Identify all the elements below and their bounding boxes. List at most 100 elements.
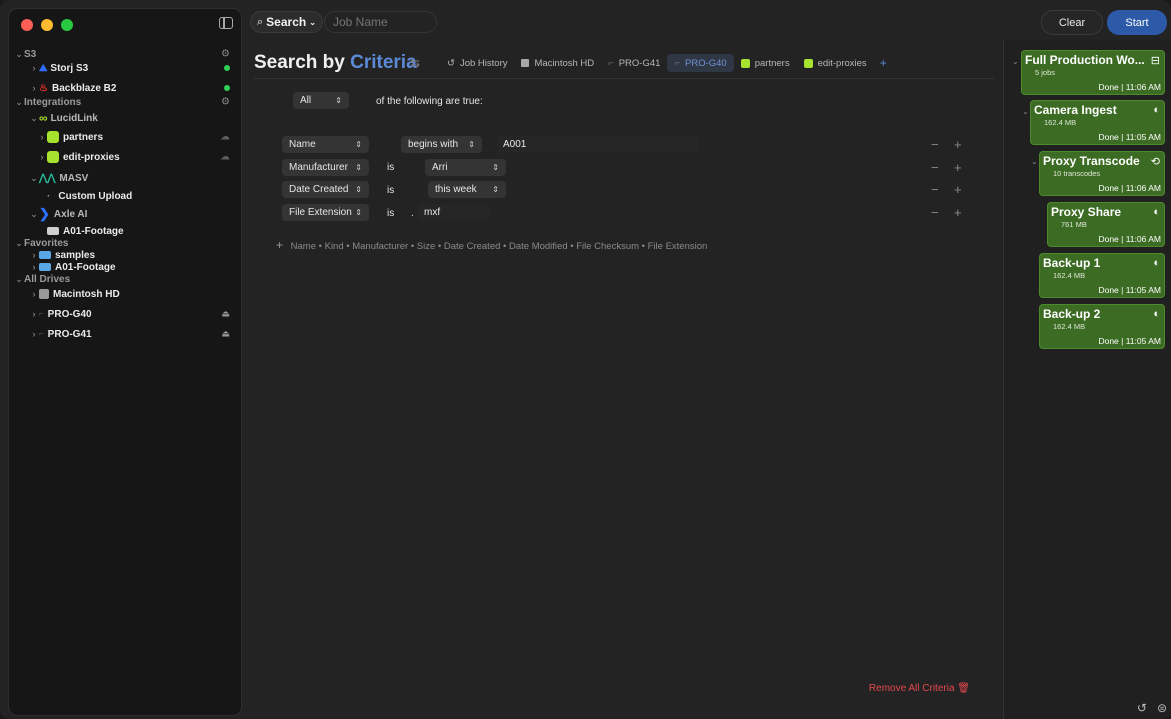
- tab-job-history[interactable]: ↺ Job History: [440, 54, 514, 72]
- sidebar-item-axle[interactable]: ⌄ ❯ Axle AI: [9, 203, 241, 225]
- history-icon: ↺: [447, 57, 455, 69]
- criterion-field-select[interactable]: File Extension ⇕: [282, 204, 369, 221]
- chevron-down-icon: ⌄: [15, 273, 23, 284]
- search-mode-button[interactable]: ⌕ Search ⌄: [250, 11, 323, 33]
- tab-edit-proxies[interactable]: edit-proxies: [797, 54, 874, 72]
- job-status: Done | 11:06 AM: [1098, 183, 1161, 193]
- divider: [254, 78, 994, 79]
- filter-icon[interactable]: ⊜: [1157, 701, 1167, 715]
- backup-icon: ◐: [1153, 308, 1160, 320]
- sidebar-item-macintosh-hd[interactable]: › Macintosh HD: [9, 285, 241, 303]
- storj-icon: ⛰: [39, 62, 48, 74]
- job-name-input[interactable]: [324, 11, 437, 33]
- zoom-window-button[interactable]: [61, 19, 73, 31]
- chevron-right-icon: ›: [32, 250, 36, 260]
- add-criterion-icon[interactable]: +: [954, 160, 962, 175]
- job-card[interactable]: Camera Ingest 162.4 MB Done | 11:05 AM ◐: [1030, 100, 1165, 145]
- sidebar-item-lucidlink[interactable]: ⌄ ∞ LucidLink: [9, 109, 241, 127]
- chevron-down-icon[interactable]: ⌄: [1031, 157, 1038, 166]
- start-button[interactable]: Start: [1107, 10, 1167, 35]
- history-icon[interactable]: ↺: [1137, 701, 1147, 715]
- close-window-button[interactable]: [21, 19, 33, 31]
- sidebar-item-masv[interactable]: ⌄ ⋀⋀ MASV: [9, 167, 241, 189]
- criterion-field-select[interactable]: Manufacturer ⇕: [282, 159, 369, 176]
- updown-chevron-icon: ⇕: [492, 163, 499, 172]
- folder-icon: [39, 263, 51, 271]
- section-favorites[interactable]: ⌄ Favorites: [9, 237, 241, 249]
- gear-icon[interactable]: ⚙: [221, 49, 230, 60]
- tab-pro-g40[interactable]: ⌐ PRO-G40: [667, 54, 734, 72]
- clear-button[interactable]: Clear: [1041, 10, 1103, 35]
- status-online-icon: [224, 85, 230, 91]
- add-criteria-bar[interactable]: + Name • Kind • Manufacturer • Size • Da…: [276, 238, 707, 252]
- tab-pro-g41[interactable]: ⌐ PRO-G41: [601, 54, 667, 72]
- swap-icon[interactable]: ⇆: [410, 56, 420, 70]
- job-status: Done | 11:06 AM: [1098, 82, 1161, 92]
- criterion-value-input[interactable]: A001: [497, 136, 699, 153]
- section-all-drives[interactable]: ⌄ All Drives: [9, 273, 241, 285]
- add-criterion-icon[interactable]: +: [954, 205, 962, 220]
- sidebar-item-a01-footage-axle[interactable]: A01-Footage: [9, 225, 241, 237]
- title-criteria: Criteria: [350, 52, 417, 73]
- sidebar-item-edit-proxies[interactable]: › edit-proxies ☁: [9, 147, 241, 167]
- job-card[interactable]: Proxy Transcode 10 transcodes Done | 11:…: [1039, 151, 1165, 196]
- sidebar-item-label: Axle AI: [53, 208, 88, 220]
- eject-icon[interactable]: ⏏: [221, 329, 230, 340]
- criterion-value-select[interactable]: this week ⇕: [428, 181, 506, 198]
- criterion-value-input[interactable]: mxf: [418, 204, 490, 221]
- sidebar-item-backblaze[interactable]: › ♨ Backblaze B2: [9, 81, 241, 95]
- sidebar-item-a01-footage-fav[interactable]: › A01-Footage: [9, 261, 241, 273]
- sidebar-item-samples[interactable]: › samples: [9, 249, 241, 261]
- tab-partners[interactable]: partners: [734, 54, 797, 72]
- sidebar-item-pro-g41[interactable]: › ⌐ PRO-G41 ⏏: [9, 325, 241, 343]
- chevron-down-icon[interactable]: ⌄: [1022, 107, 1029, 116]
- section-integrations[interactable]: ⌄ Integrations ⚙: [9, 95, 241, 109]
- remove-criterion-icon[interactable]: −: [931, 160, 939, 175]
- add-tab-icon[interactable]: +: [874, 56, 893, 70]
- eject-icon[interactable]: ⏏: [221, 309, 230, 320]
- job-title: Back-up 2: [1043, 307, 1101, 321]
- job-card[interactable]: Back-up 2 162.4 MB Done | 11:05 AM ◐: [1039, 304, 1165, 349]
- chevron-down-icon: ⌄: [30, 112, 38, 123]
- criterion-field-select[interactable]: Name ⇕: [282, 136, 369, 153]
- criterion-operator-select[interactable]: begins with ⇕: [401, 136, 482, 153]
- gear-icon[interactable]: ⚙: [221, 97, 230, 108]
- sidebar-toggle-icon[interactable]: [219, 17, 233, 29]
- sidebar-item-label: A01-Footage: [55, 261, 116, 273]
- sidebar-item-partners[interactable]: › partners ☁: [9, 127, 241, 147]
- section-s3[interactable]: ⌄ S3 ⚙: [9, 47, 241, 61]
- sidebar-item-pro-g40[interactable]: › ⌐ PRO-G40 ⏏: [9, 303, 241, 325]
- remove-criterion-icon[interactable]: −: [931, 205, 939, 220]
- job-card[interactable]: Proxy Share 761 MB Done | 11:06 AM ◐: [1047, 202, 1165, 247]
- job-card[interactable]: Back-up 1 162.4 MB Done | 11:05 AM ◐: [1039, 253, 1165, 298]
- remove-criterion-icon[interactable]: −: [931, 137, 939, 152]
- workflow-icon: ⊟: [1150, 55, 1160, 67]
- share-icon: ◐: [1153, 206, 1160, 218]
- masv-logo-icon: ⋀⋀: [39, 172, 56, 184]
- chevron-down-icon[interactable]: ⌄: [1012, 57, 1019, 66]
- add-criterion-icon[interactable]: +: [954, 182, 962, 197]
- sidebar-item-label: Custom Upload: [58, 190, 133, 202]
- tab-label: partners: [754, 57, 790, 69]
- remove-criterion-icon[interactable]: −: [931, 182, 939, 197]
- minimize-window-button[interactable]: [41, 19, 53, 31]
- sidebar-item-custom-upload[interactable]: · Custom Upload: [9, 189, 241, 203]
- criterion-value-select[interactable]: Arri ⇕: [425, 159, 506, 176]
- criterion-field-select[interactable]: Date Created ⇕: [282, 181, 369, 198]
- sidebar-item-label: Backblaze B2: [51, 82, 117, 94]
- job-subtitle: 10 transcodes: [1053, 169, 1101, 178]
- chevron-right-icon: ›: [32, 83, 36, 93]
- external-drive-icon: ⌐: [39, 329, 44, 338]
- updown-chevron-icon: ⇕: [355, 140, 362, 149]
- sidebar-item-storj[interactable]: › ⛰ Storj S3: [9, 61, 241, 75]
- job-status: Done | 11:05 AM: [1098, 285, 1161, 295]
- updown-chevron-icon: ⇕: [355, 163, 362, 172]
- remove-all-criteria-button[interactable]: Remove All Criteria 🗑: [869, 683, 970, 694]
- tab-macintosh-hd[interactable]: Macintosh HD: [514, 54, 601, 72]
- job-card[interactable]: Full Production Wo... 5 jobs Done | 11:0…: [1021, 50, 1165, 95]
- add-criterion-icon[interactable]: +: [954, 137, 962, 152]
- backup-icon: ◐: [1153, 257, 1160, 269]
- external-drive-icon: ⌐: [39, 309, 44, 318]
- criterion-operator: is: [387, 185, 395, 196]
- match-mode-select[interactable]: All ⇕: [293, 92, 349, 109]
